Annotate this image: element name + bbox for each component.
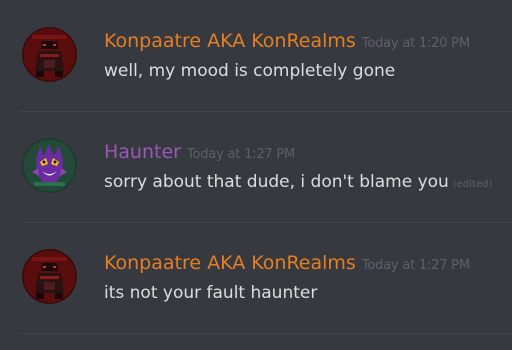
- username[interactable]: Konpaatre AKA KonRealms: [104, 30, 356, 52]
- message-divider: [20, 222, 512, 223]
- message-text: sorry about that dude, i don't blame you: [104, 172, 449, 192]
- username[interactable]: Konpaatre AKA KonRealms: [104, 252, 356, 274]
- message-content: its not your fault haunter: [104, 283, 318, 303]
- message-item: Konpaatre AKA KonRealms Today at 1:27 PM …: [0, 222, 512, 333]
- edited-indicator: (edited): [452, 179, 493, 190]
- haunter-avatar-icon[interactable]: [22, 138, 77, 193]
- konpaatre-avatar-icon[interactable]: [22, 249, 77, 304]
- message-content: sorry about that dude, i don't blame you…: [104, 169, 492, 198]
- message-divider: [20, 333, 512, 334]
- username[interactable]: Haunter: [104, 141, 181, 163]
- timestamp: Today at 1:27 PM: [361, 258, 470, 273]
- message-header: Haunter Today at 1:27 PM: [104, 139, 295, 168]
- message-header: Konpaatre AKA KonRealms Today at 1:20 PM: [104, 28, 470, 57]
- message-header: Konpaatre AKA KonRealms Today at 1:27 PM: [104, 250, 470, 279]
- chat-message-list: Konpaatre AKA KonRealms Today at 1:20 PM …: [0, 0, 512, 350]
- message-item: Konpaatre AKA KonRealms Today at 1:20 PM …: [0, 0, 512, 111]
- konpaatre-avatar-icon[interactable]: [22, 27, 77, 82]
- message-item: Haunter Today at 1:27 PM sorry about that…: [0, 111, 512, 222]
- message-content: well, my mood is completely gone: [104, 61, 396, 81]
- timestamp: Today at 1:27 PM: [186, 147, 296, 162]
- message-divider: [20, 111, 512, 112]
- timestamp: Today at 1:20 PM: [361, 36, 470, 51]
